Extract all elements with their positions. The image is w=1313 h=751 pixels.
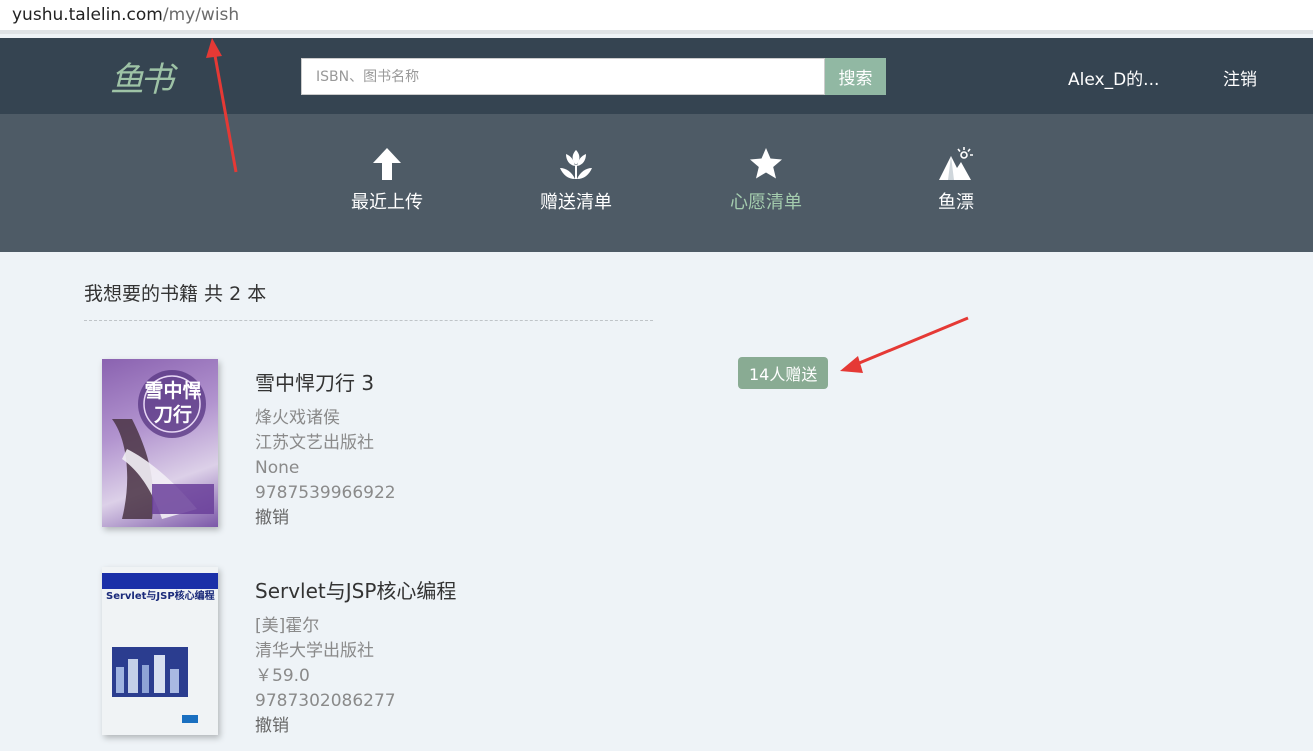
mountain-sun-icon — [939, 147, 973, 180]
book-cover[interactable]: Servlet与JSP核心编程 — [102, 567, 218, 735]
nav-bar: 最近上传 赠送清单 心愿清单 鱼漂 — [0, 114, 1313, 252]
book-info: Servlet与JSP核心编程 [美]霍尔 清华大学出版社 ￥59.0 9787… — [255, 575, 456, 739]
cancel-wish-link[interactable]: 撤销 — [255, 714, 456, 739]
book-author: 烽火戏诸侯 — [255, 408, 340, 428]
cancel-wish-link[interactable]: 撤销 — [255, 506, 396, 531]
user-name-link[interactable]: Alex_D的... — [1068, 65, 1159, 90]
nav-label: 心愿清单 — [730, 192, 802, 213]
wishlist-section: 我想要的书籍 共 2 本 雪中悍刀行 雪中悍刀行 3 烽火戏诸侯 江苏文艺出版社… — [84, 252, 1313, 751]
wishlist-title: 我想要的书籍 共 2 本 — [84, 283, 267, 305]
book-author: [美]霍尔 — [255, 616, 320, 636]
nav-item-recent-upload[interactable]: 最近上传 — [327, 146, 447, 214]
gifts-count-badge[interactable]: 14人赠送 — [738, 357, 829, 389]
url-path: /my/wish — [162, 5, 240, 25]
book-price: ￥59.0 — [255, 666, 310, 686]
nav-label: 最近上传 — [351, 192, 423, 213]
nav-label: 鱼漂 — [938, 192, 974, 213]
book-cover-title: Servlet与JSP核心编程 — [106, 591, 215, 602]
url-text[interactable]: yushu.talelin.com/my/wish — [12, 5, 239, 25]
top-bar: 鱼书 搜索 Alex_D的... 注销 — [0, 38, 1313, 114]
book-price: None — [255, 458, 300, 478]
nav-label: 赠送清单 — [540, 192, 612, 213]
section-divider — [84, 320, 653, 321]
nav-item-drift[interactable]: 鱼漂 — [896, 146, 1016, 214]
arrow-up-icon — [373, 148, 401, 180]
flower-icon — [560, 150, 592, 179]
url-host: yushu.talelin.com — [12, 5, 163, 25]
search-input[interactable] — [301, 58, 825, 95]
nav-item-gift-list[interactable]: 赠送清单 — [516, 146, 636, 214]
book-isbn: 9787302086277 — [255, 691, 396, 711]
search-button[interactable]: 搜索 — [825, 58, 886, 95]
book-publisher: 清华大学出版社 — [255, 641, 374, 661]
book-cover[interactable]: 雪中悍刀行 — [102, 359, 218, 527]
book-info: 雪中悍刀行 3 烽火戏诸侯 江苏文艺出版社 None 9787539966922… — [255, 367, 396, 531]
browser-url-bar[interactable]: yushu.talelin.com/my/wish — [0, 0, 1313, 34]
logout-link[interactable]: 注销 — [1223, 65, 1257, 90]
site-logo[interactable]: 鱼书 — [110, 52, 174, 101]
book-title[interactable]: Servlet与JSP核心编程 — [255, 575, 456, 604]
star-icon — [750, 148, 782, 179]
book-cover-title: 雪中悍刀行 — [144, 380, 202, 426]
book-publisher: 江苏文艺出版社 — [255, 433, 374, 453]
nav-item-wish-list[interactable]: 心愿清单 — [706, 146, 826, 214]
book-title[interactable]: 雪中悍刀行 3 — [255, 367, 396, 396]
book-isbn: 9787539966922 — [255, 483, 396, 503]
